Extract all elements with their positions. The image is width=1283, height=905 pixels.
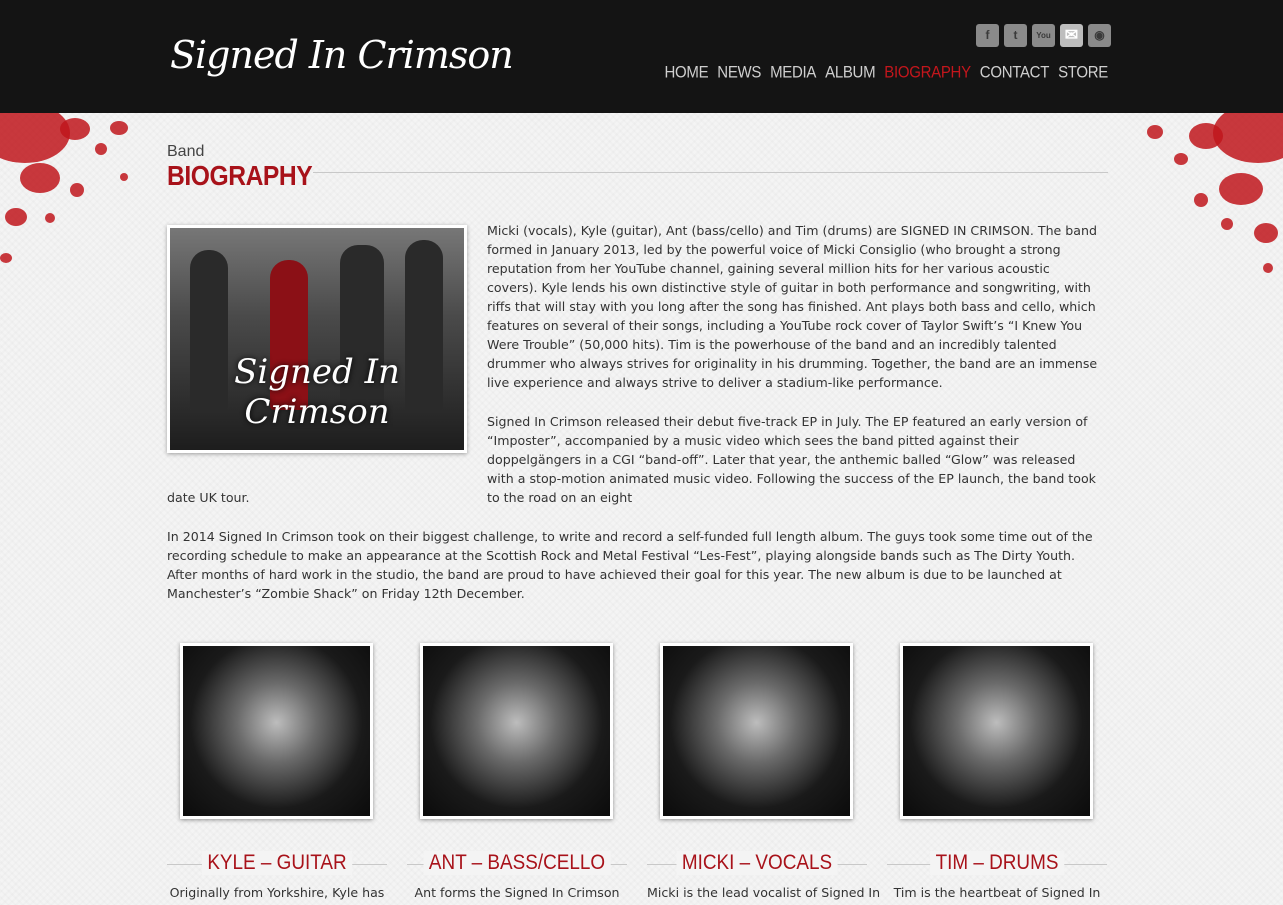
blood-splatter-left	[0, 113, 160, 283]
page-title: BIOGRAPHY	[167, 160, 313, 191]
member-name: ANT – BASS/CELLO	[423, 851, 611, 875]
member-name-row: TIM – DRUMS	[887, 851, 1107, 875]
member-description: Ant forms the Signed In Crimson	[414, 885, 620, 900]
band-photo: Signed In Crimson	[167, 225, 467, 453]
social-links: f t You ✉ ◉	[976, 24, 1111, 47]
blood-splatter-right	[1123, 113, 1283, 283]
nav-album[interactable]: ALBUM	[825, 63, 875, 82]
member-name: TIM – DRUMS	[930, 851, 1064, 875]
main-nav: HOME NEWS MEDIA ALBUM BIOGRAPHY CONTACT …	[664, 63, 1108, 82]
member-description: Originally from Yorkshire, Kyle has	[169, 885, 385, 900]
member-name-row: ANT – BASS/CELLO	[407, 851, 627, 875]
member-photo	[660, 643, 853, 819]
section-label: Band	[167, 143, 205, 160]
bio-paragraph-2-continued: date UK tour.	[167, 490, 250, 505]
title-divider	[313, 172, 1108, 173]
member-name-row: MICKI – VOCALS	[647, 851, 867, 875]
facebook-icon[interactable]: f	[976, 24, 999, 47]
band-photo-logo: Signed In Crimson	[234, 352, 400, 432]
member-description: Micki is the lead vocalist of Signed In	[647, 885, 881, 900]
nav-home[interactable]: HOME	[664, 63, 708, 82]
nav-contact[interactable]: CONTACT	[980, 63, 1050, 82]
youtube-icon[interactable]: You	[1032, 24, 1055, 47]
nav-media[interactable]: MEDIA	[770, 63, 816, 82]
member-photo	[180, 643, 373, 819]
member-description: Tim is the heartbeat of Signed In	[893, 885, 1101, 900]
nav-biography[interactable]: BIOGRAPHY	[884, 63, 971, 82]
bio-paragraph-3: In 2014 Signed In Crimson took on their …	[167, 529, 1093, 601]
member-card-tim: TIM – DRUMS Tim is the heartbeat of Sign…	[887, 643, 1107, 900]
nav-store[interactable]: STORE	[1058, 63, 1108, 82]
email-icon[interactable]: ✉	[1060, 24, 1083, 47]
member-name: KYLE – GUITAR	[201, 851, 353, 875]
member-photo	[420, 643, 613, 819]
rss-icon[interactable]: ◉	[1088, 24, 1111, 47]
site-header: Signed In Crimson f t You ✉ ◉ HOME NEWS …	[0, 0, 1283, 113]
member-photo	[900, 643, 1093, 819]
site-logo[interactable]: Signed In Crimson	[170, 18, 514, 93]
member-name: MICKI – VOCALS	[676, 851, 838, 875]
member-card-micki: MICKI – VOCALS Micki is the lead vocalis…	[647, 643, 881, 900]
bio-paragraph-1: Micki (vocals), Kyle (guitar), Ant (bass…	[487, 223, 1098, 390]
member-card-ant: ANT – BASS/CELLO Ant forms the Signed In…	[407, 643, 627, 900]
nav-news[interactable]: NEWS	[717, 63, 761, 82]
member-name-row: KYLE – GUITAR	[167, 851, 387, 875]
member-card-kyle: KYLE – GUITAR Originally from Yorkshire,…	[167, 643, 387, 900]
twitter-icon[interactable]: t	[1004, 24, 1027, 47]
